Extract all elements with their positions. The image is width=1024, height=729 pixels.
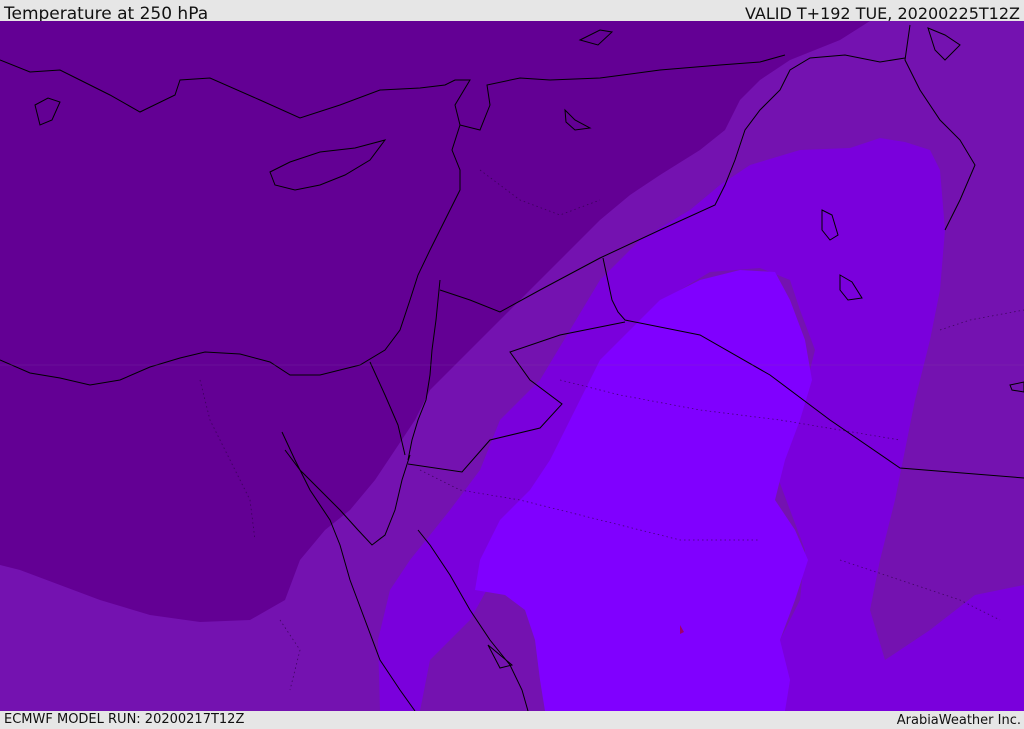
weather-map [0,21,1024,711]
model-run-label: ECMWF MODEL RUN: 20200217T12Z [4,712,245,727]
map-panel [0,21,1024,711]
brand-label: ArabiaWeather Inc. [896,713,1021,728]
header-bar: Temperature at 250 hPa VALID T+192 TUE, … [0,0,1024,24]
footer-bar: ECMWF MODEL RUN: 20200217T12Z ArabiaWeat… [0,711,1024,729]
